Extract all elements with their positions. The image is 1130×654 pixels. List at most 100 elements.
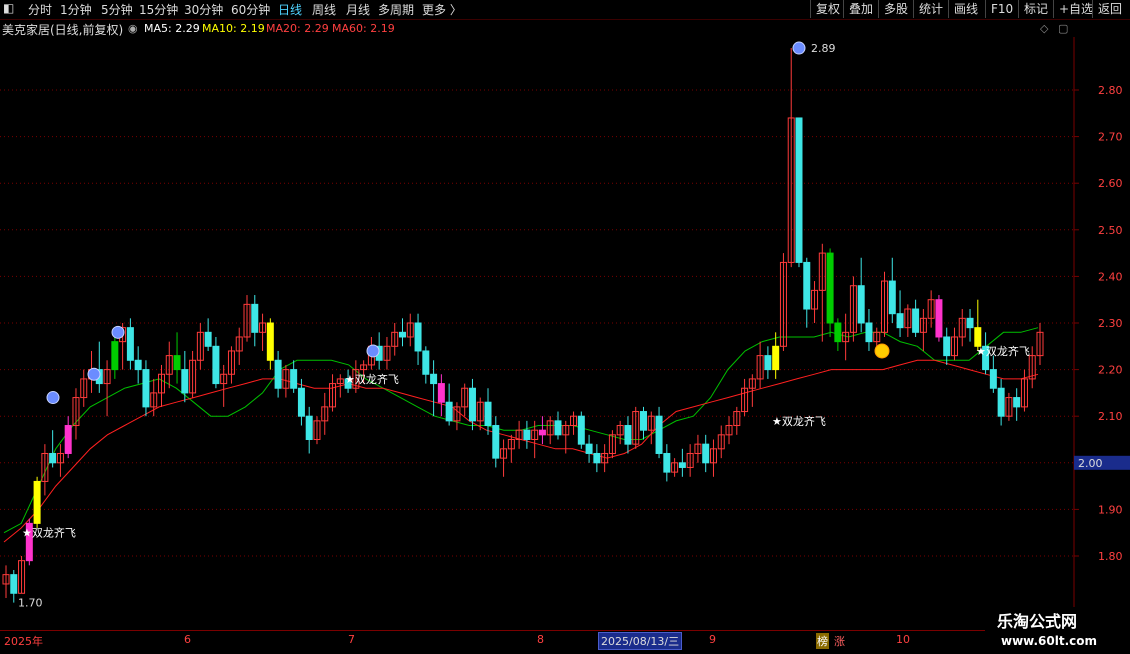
year-label: 2025年 [4,635,43,648]
period-tab[interactable]: 1分钟 [60,1,92,18]
candle-body [935,299,943,338]
candle-body [912,308,920,333]
candle-body [663,452,671,473]
signal-label: ★双龙齐飞 [976,344,1030,358]
price-tick-label: 2.40 [1098,270,1123,283]
candle-body [640,411,648,431]
candle-body [655,415,663,454]
candle-body [251,303,259,333]
price-tick-label: 2.20 [1098,364,1123,377]
sad-face-icon [111,325,125,339]
sad-face-icon [366,344,380,358]
candle-body [126,327,134,361]
month-label: 6 [184,633,191,646]
candle-body [173,355,181,371]
candle-body [593,452,601,464]
signal-label: ★双龙齐飞 [22,526,76,540]
candle-body [181,369,189,394]
period-tab[interactable]: 15分钟 [139,1,178,18]
candle-body [678,462,686,468]
tool-button[interactable]: F10 [985,0,1018,18]
period-tab[interactable]: 5分钟 [101,1,133,18]
candle-body [857,285,865,324]
period-tab[interactable]: 分时 [28,1,52,18]
candle-body [803,261,811,310]
candle-body [997,387,1005,417]
back-icon[interactable]: ◧ [3,1,14,15]
candle-body [943,336,951,357]
ma60-value: MA60: 2.19 [332,22,395,35]
month-label: 8 [537,633,544,646]
candle-body [865,322,873,343]
period-tab[interactable]: 30分钟 [184,1,223,18]
ma60-line [3,359,1039,543]
ma5-value: MA5: 2.29 [144,22,200,35]
candle-body [826,252,834,324]
candlestick-chart[interactable]: 1.80 1.90 2.00 2.10 2.20 2.30 2.40 2.50 2.60 2.70… [0,37,1130,630]
low-price-label: 1.70 [18,597,43,610]
date-axis: 2025年 6 7 8 9 10 2025/08/13/三 榜 涨 [0,630,1074,651]
high-face-icon [792,41,806,55]
tool-button[interactable]: 返回 [1092,0,1127,18]
stock-title: 美克家居(日线,前复权) [2,23,124,37]
candle-body [398,331,406,338]
diamond-icon[interactable]: ◇ [1040,22,1048,35]
candle-body [764,355,772,371]
month-label: 7 [348,633,355,646]
window-icon[interactable]: ▢ [1058,22,1068,35]
candle-body [10,574,18,594]
tool-button[interactable]: 复权 [810,0,845,18]
price-tick-label: 2.60 [1098,177,1123,190]
period-tab[interactable]: 更多 〉 [422,1,462,18]
price-tick-label: 1.80 [1098,550,1123,563]
tool-button[interactable]: 画线 [948,0,983,18]
period-tab[interactable]: 60分钟 [231,1,270,18]
candle-body [274,359,282,389]
candle-body [134,359,142,371]
period-tab[interactable]: 多周期 [378,1,414,18]
price-tick-label: 2.50 [1098,224,1123,237]
candle-body [538,429,546,436]
candle-body [437,383,445,403]
candle-body [585,443,593,454]
candle-body [554,420,562,436]
ma10-value: MA10: 2.19 [202,22,265,35]
signal-label: ★双龙齐飞 [345,372,399,386]
candle-body [49,452,57,464]
candle-body [111,341,119,371]
candle-body [966,317,974,329]
current-price-label: 2.00 [1078,457,1103,470]
svg-text:www.60lt.com: www.60lt.com [1001,634,1097,648]
month-label: 10 [896,633,910,646]
period-tab[interactable]: 月线 [346,1,370,18]
candle-body [64,425,72,454]
watermark: 乐淘公式网 www.60lt.com [985,607,1130,650]
tool-button[interactable]: 统计 [913,0,948,18]
candle-body [212,345,220,385]
candle-body [523,429,531,440]
candle-body [577,415,585,445]
signal-label: ★双龙齐飞 [772,414,826,428]
tool-button[interactable]: 标记 [1018,0,1053,18]
dropdown-icon[interactable]: ◉ [128,22,138,35]
candle-body [445,401,453,422]
toolbar: ◧ 分时 1分钟 5分钟 15分钟 30分钟 60分钟 日线 周线 月线 多周期… [0,0,1130,20]
tool-button[interactable]: 多股 [878,0,913,18]
candle-body [204,331,212,347]
candle-body [896,313,904,329]
candle-body [492,425,500,459]
tool-button[interactable]: 叠加 [843,0,878,18]
candle-body [414,322,422,352]
period-tab[interactable]: 周线 [312,1,336,18]
svg-text:乐淘公式网: 乐淘公式网 [997,612,1077,631]
month-label: 9 [709,633,716,646]
rise-tag: 涨 [834,635,845,648]
candle-body [888,280,896,315]
ma20-value: MA20: 2.29 [266,22,329,35]
period-tab[interactable]: 日线 [278,1,302,18]
sad-face-icon [46,391,60,405]
cursor-date: 2025/08/13/三 [598,632,683,650]
candle-body [989,369,997,389]
candle-body [1013,397,1021,408]
candle-body [297,387,305,417]
